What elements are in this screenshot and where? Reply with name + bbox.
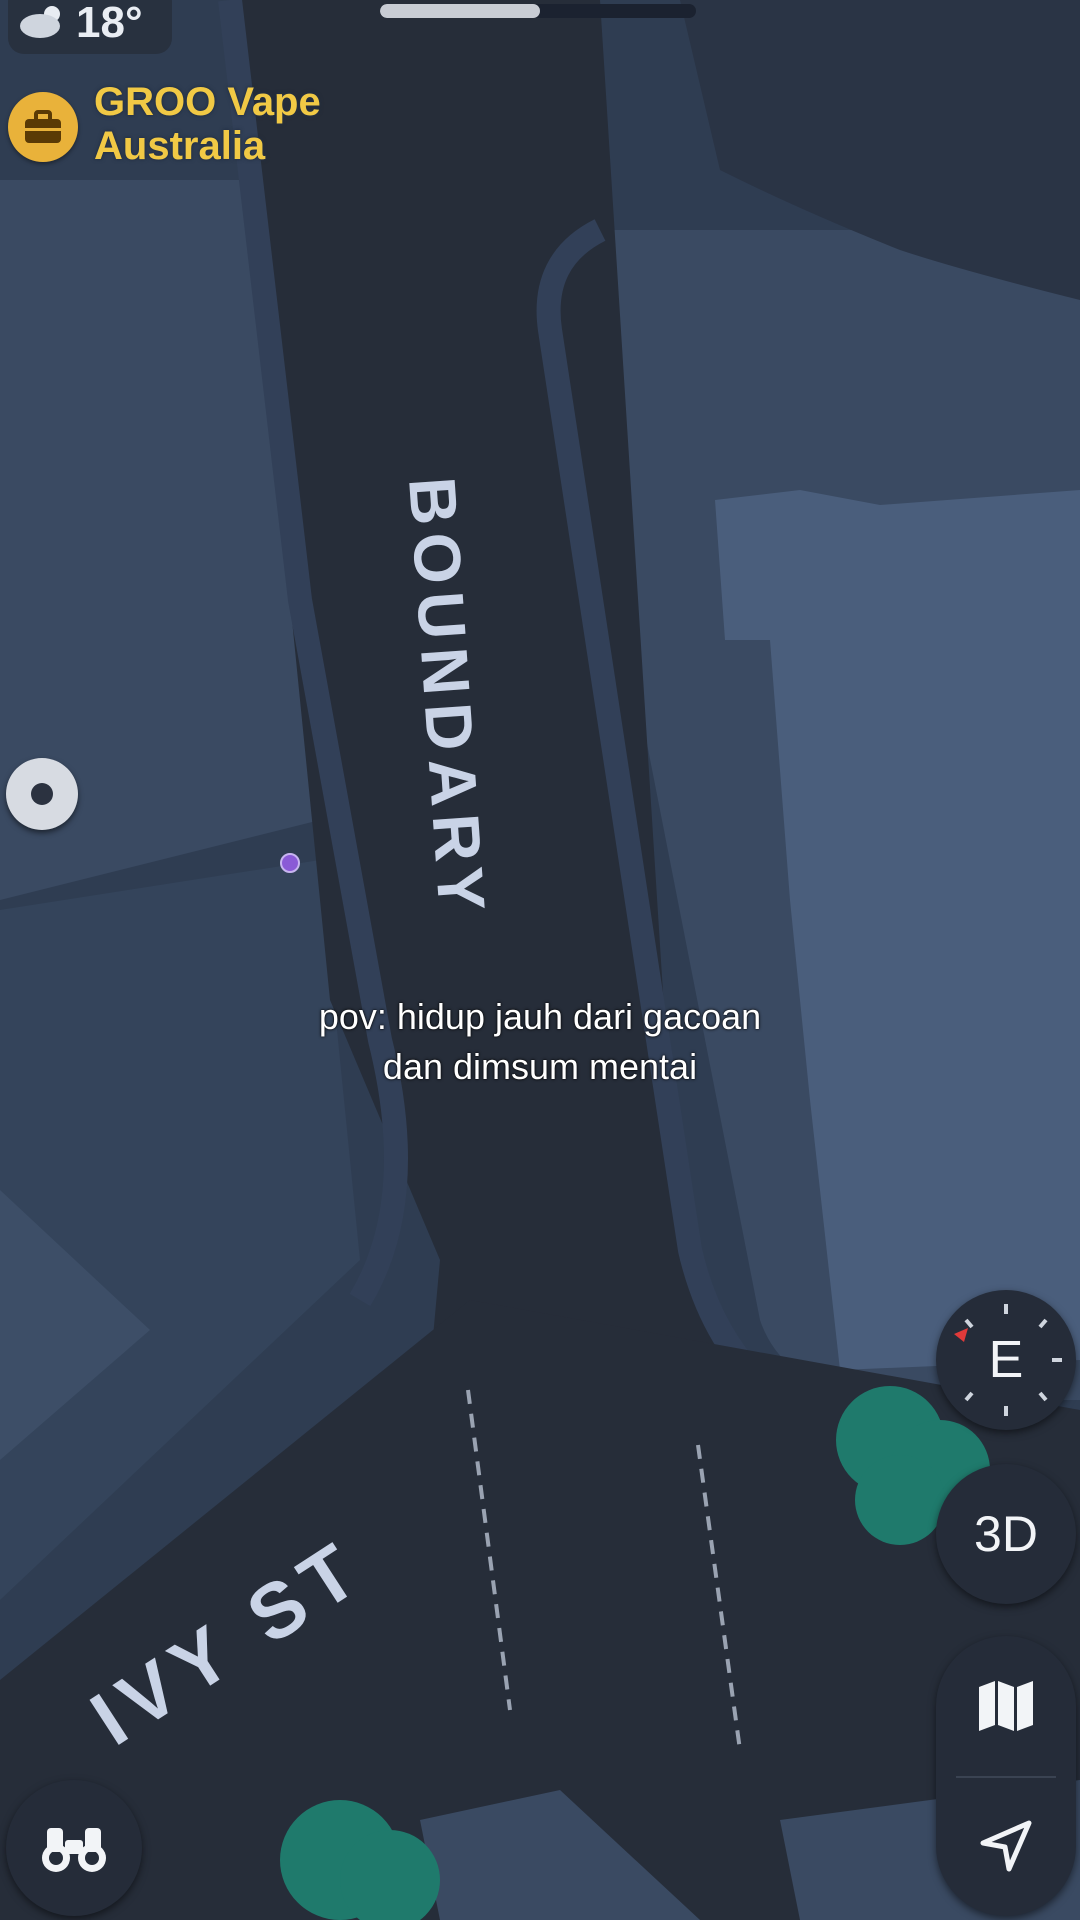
map-mode-button[interactable] [936,1636,1076,1776]
partly-cloudy-icon [20,6,60,38]
current-location-button[interactable] [936,1776,1076,1916]
weather-widget[interactable]: 18° [8,0,172,54]
location-arrow-icon [980,1820,1032,1872]
temperature: 18° [76,0,143,47]
caption-line-1: pov: hidup jauh dari gacoan [318,996,762,1037]
poi-pin[interactable] [8,92,78,162]
video-caption: pov: hidup jauh dari gacoan dan dimsum m… [190,992,890,1092]
binoculars-icon [42,1828,106,1872]
3d-view-button[interactable]: 3D [936,1464,1076,1604]
look-around-button[interactable] [6,1780,142,1916]
caption-line-2: dan dimsum mentai [382,1046,698,1087]
compass-heading: E [988,1331,1024,1389]
map-controls [936,1636,1076,1916]
sheet-handle[interactable] [380,4,696,18]
location-marker [280,853,300,873]
location-dot-button[interactable] [6,758,78,830]
map-icon [979,1681,1033,1731]
briefcase-icon [25,110,61,143]
poi-label[interactable]: GROO Vape Australia [94,80,354,168]
compass-button[interactable]: E [936,1290,1076,1430]
